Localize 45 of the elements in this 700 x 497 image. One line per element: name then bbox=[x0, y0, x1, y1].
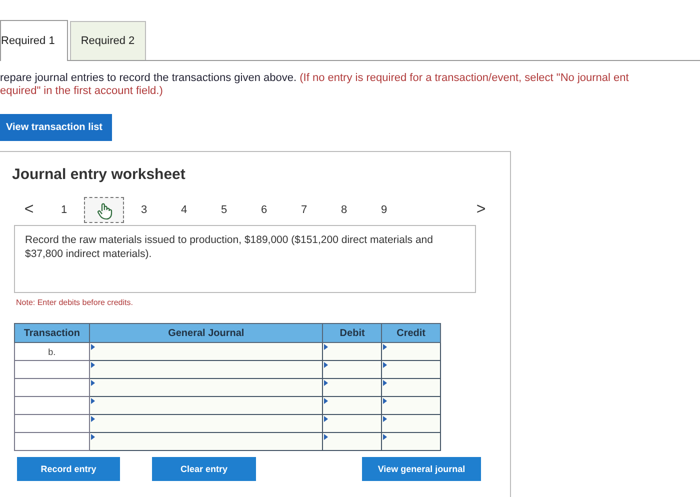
page-tab[interactable]: 7 bbox=[284, 197, 324, 223]
column-header: Credit bbox=[382, 324, 440, 342]
page-tab[interactable]: 6 bbox=[244, 197, 284, 223]
clear-entry-button[interactable]: Clear entry bbox=[152, 457, 256, 481]
view-general-journal-button[interactable]: View general journal bbox=[362, 457, 481, 481]
page-tab[interactable]: 3 bbox=[124, 197, 164, 223]
page-tab[interactable]: 9 bbox=[364, 197, 404, 223]
credit-field[interactable] bbox=[382, 396, 440, 414]
debit-field[interactable] bbox=[322, 432, 382, 450]
credit-field[interactable] bbox=[382, 342, 440, 360]
transaction-description: Record the raw materials issued to production, $189,000 ($151,200 direct materials and $37,800 indirect materials). bbox=[14, 225, 476, 293]
record-entry-button[interactable]: Record entry bbox=[17, 457, 120, 481]
debit-field[interactable] bbox=[322, 378, 382, 396]
column-header: Debit bbox=[322, 324, 382, 342]
credit-field[interactable] bbox=[382, 360, 440, 378]
view-transaction-list-button[interactable]: View transaction list bbox=[0, 114, 112, 141]
account-field[interactable] bbox=[89, 342, 323, 360]
page-tab[interactable]: 8 bbox=[324, 197, 364, 223]
next-button[interactable]: > bbox=[466, 201, 496, 219]
previous-button[interactable]: < bbox=[14, 201, 44, 219]
debit-field[interactable] bbox=[322, 342, 382, 360]
debit-field[interactable] bbox=[322, 360, 382, 378]
account-field[interactable] bbox=[89, 432, 323, 450]
page-tab[interactable]: 1 bbox=[44, 197, 84, 223]
worksheet-title: Journal entry worksheet bbox=[12, 166, 186, 183]
page-tab[interactable]: 5 bbox=[204, 197, 244, 223]
note-text: Note: Enter debits before credits. bbox=[16, 298, 134, 307]
credit-field[interactable] bbox=[382, 432, 440, 450]
instruction-text: repare journal entries to record the transactions given above. (If no entry is required for a transaction/event, select "No journal ent equired" in the first account field.) bbox=[0, 72, 630, 98]
tab[interactable]: Required 2 bbox=[70, 21, 146, 60]
debit-field[interactable] bbox=[322, 414, 382, 432]
hand-cursor-icon bbox=[97, 202, 113, 220]
credit-field[interactable] bbox=[382, 378, 440, 396]
column-header: General Journal bbox=[89, 324, 323, 342]
tab[interactable]: Required 1 bbox=[0, 20, 68, 61]
debit-field[interactable] bbox=[322, 396, 382, 414]
account-field[interactable] bbox=[89, 414, 323, 432]
column-header: Transaction bbox=[14, 324, 90, 342]
transaction-cell: b. bbox=[14, 342, 90, 360]
account-field[interactable] bbox=[89, 378, 323, 396]
credit-field[interactable] bbox=[382, 414, 440, 432]
page-tab[interactable] bbox=[84, 197, 124, 223]
page-tab[interactable]: 4 bbox=[164, 197, 204, 223]
account-field[interactable] bbox=[89, 360, 323, 378]
account-field[interactable] bbox=[89, 396, 323, 414]
